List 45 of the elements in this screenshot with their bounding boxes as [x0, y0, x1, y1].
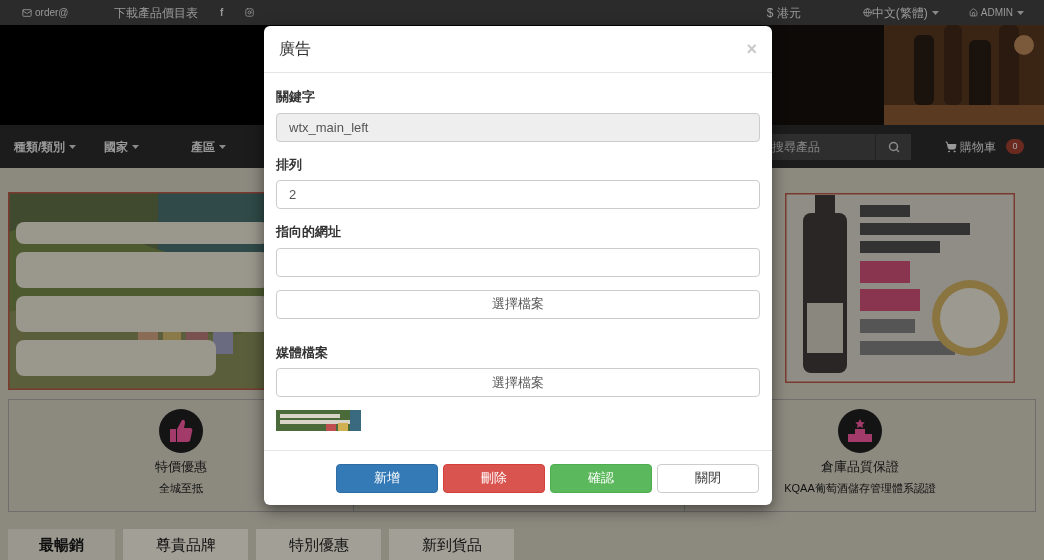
- caret-icon: [132, 144, 140, 149]
- caret-icon: [69, 144, 77, 149]
- tab[interactable]: 尊貴品牌: [123, 529, 248, 560]
- field-label: 排列: [276, 155, 303, 174]
- globe-icon: [862, 8, 872, 17]
- tab[interactable]: 特別優惠: [256, 529, 381, 560]
- text-field[interactable]: [276, 247, 760, 277]
- home-icon: [968, 8, 978, 17]
- choose-file-button[interactable]: 選擇檔案: [276, 368, 760, 397]
- field-label: 媒體檔案: [276, 343, 329, 362]
- cart-icon: [945, 140, 957, 153]
- price-list-link[interactable]: 下載產品價目表: [114, 3, 198, 22]
- thumbs-up-icon: [159, 409, 203, 453]
- cart-link[interactable]: 購物車: [960, 137, 996, 156]
- instagram-icon[interactable]: [245, 8, 255, 17]
- caret-icon: [219, 144, 227, 149]
- nav-item[interactable]: 種類/類別: [14, 137, 77, 156]
- feature-title: 倉庫品質保證: [821, 458, 899, 476]
- feature-title: 特價優惠: [155, 458, 207, 476]
- text-field[interactable]: 2: [276, 180, 760, 209]
- facebook-link[interactable]: f: [220, 5, 224, 20]
- search-button[interactable]: [875, 133, 911, 160]
- feature-subtitle: 全城至抵: [159, 480, 203, 496]
- mail-icon: [22, 7, 32, 18]
- language-link[interactable]: 中文(繁體): [871, 3, 928, 22]
- user-menu[interactable]: ADMIN: [980, 5, 1013, 20]
- feature-subtitle: KQAA葡萄酒儲存管理體系認證: [784, 480, 936, 496]
- dialog-button[interactable]: 關閉: [657, 463, 759, 493]
- modal-title: 廣告: [279, 39, 311, 59]
- tab[interactable]: 最暢銷: [8, 529, 115, 560]
- nav-item[interactable]: 產區: [191, 137, 227, 156]
- podium-icon: [838, 409, 882, 453]
- email-link[interactable]: order@: [35, 5, 69, 20]
- choose-file-button[interactable]: 選擇檔案: [276, 289, 760, 319]
- caret-icon: [931, 10, 939, 15]
- currency-link[interactable]: $ 港元: [766, 3, 801, 22]
- field-label: 指向的網址: [276, 223, 342, 241]
- dialog-button[interactable]: 刪除: [443, 463, 545, 493]
- caret-icon: [1017, 10, 1024, 15]
- nav-item[interactable]: 國家: [104, 137, 140, 156]
- cart-count-badge: 0: [1006, 139, 1024, 154]
- search-icon: [887, 140, 900, 153]
- dialog-button[interactable]: 新增: [336, 463, 438, 493]
- field-label: 關鍵字: [276, 88, 316, 106]
- tab[interactable]: 新到貨品: [389, 529, 514, 560]
